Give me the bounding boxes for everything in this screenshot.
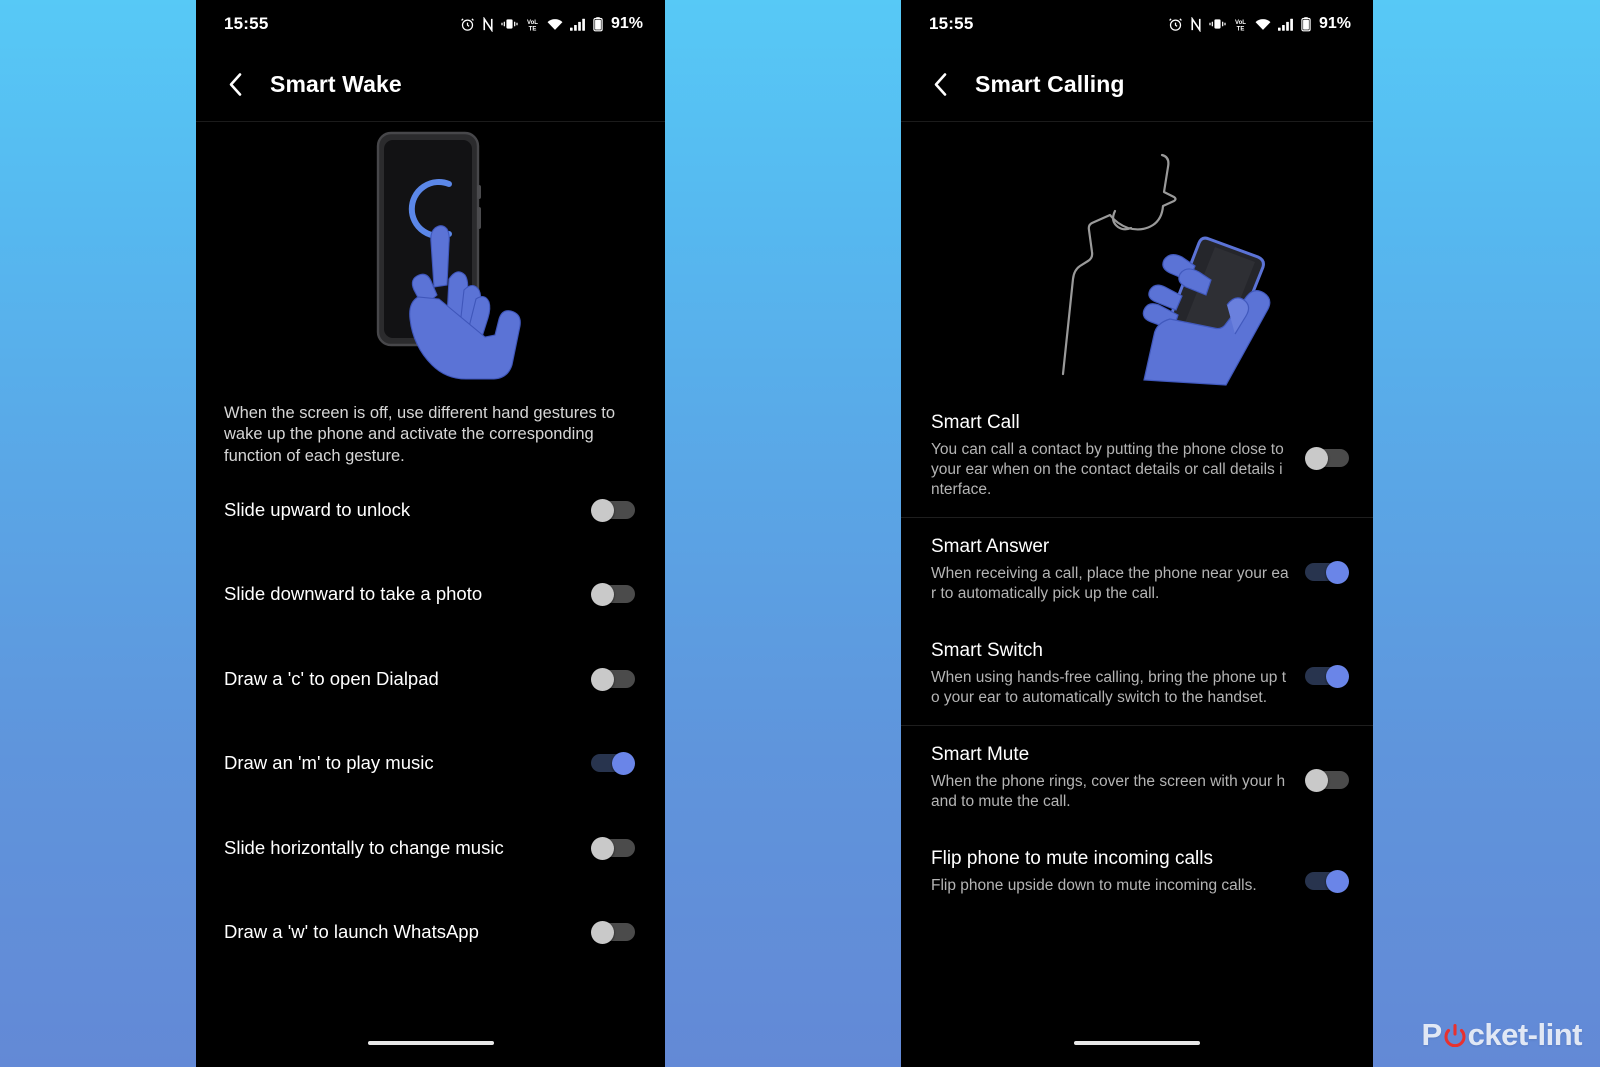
settings-group: Smart Answer When receiving a call, plac… (901, 517, 1373, 725)
row-subtitle: When using hands-free calling, bring the… (931, 668, 1287, 706)
watermark-text-before: P (1421, 1017, 1442, 1052)
toggle-smart-answer[interactable] (1305, 561, 1349, 585)
smart-wake-illustration (196, 122, 665, 397)
battery-percent: 91% (610, 15, 643, 32)
alarm-icon (460, 17, 475, 32)
row-texts: Smart Answer When receiving a call, plac… (931, 536, 1305, 604)
row-texts: Smart Call You can call a contact by put… (931, 412, 1305, 499)
status-icon-group: VoL TE 91% (1168, 15, 1351, 33)
row-label: Draw a 'w' to launch WhatsApp (224, 921, 479, 943)
row-texts: Flip phone to mute incoming calls Flip p… (931, 848, 1305, 896)
row-title: Smart Call (931, 412, 1020, 433)
pocketlint-watermark: P cket-lint (1421, 1017, 1582, 1053)
row-title: Smart Switch (931, 639, 1043, 661)
battery-icon (1301, 16, 1311, 32)
list-item-smart-call[interactable]: Smart Call You can call a contact by put… (901, 394, 1373, 517)
smart-wake-content: When the screen is off, use different ha… (196, 122, 665, 1067)
gesture-navigation-bar[interactable] (901, 1019, 1373, 1067)
row-label: Draw an 'm' to play music (224, 752, 434, 774)
toggle-wrap (1305, 443, 1349, 470)
status-bar: 15:55 VoL TE 91% (196, 0, 665, 48)
toggle-smart-mute[interactable] (1305, 769, 1349, 793)
settings-group: Smart Mute When the phone rings, cover t… (901, 725, 1373, 928)
vibrate-icon (501, 17, 518, 31)
toggle-wrap (1305, 765, 1349, 793)
phone-screenshot-smart-wake: 15:55 VoL TE 91% Smart Wake When the scr… (196, 0, 665, 1067)
svg-text:TE: TE (1237, 26, 1245, 32)
gesture-pill[interactable] (1074, 1041, 1200, 1045)
back-button[interactable] (222, 70, 248, 100)
list-item[interactable]: Draw a 'c' to open Dialpad (196, 636, 665, 721)
toggle-flip-phone-to-mute[interactable] (1305, 869, 1349, 893)
row-texts: Smart Mute When the phone rings, cover t… (931, 744, 1305, 812)
smart-calling-content: Smart Call You can call a contact by put… (901, 122, 1373, 1067)
row-subtitle: When the phone rings, cover the screen w… (931, 773, 1286, 810)
svg-text:VoL: VoL (1235, 19, 1246, 25)
smart-calling-illustration (901, 122, 1373, 394)
row-subtitle: You can call a contact by putting the ph… (931, 440, 1284, 498)
status-time: 15:55 (929, 14, 974, 33)
toggle-wrap (1305, 866, 1349, 893)
list-item[interactable]: Draw an 'm' to play music (196, 721, 665, 806)
gesture-pill[interactable] (367, 1041, 494, 1045)
app-bar-smart-calling: Smart Calling (901, 48, 1373, 121)
app-bar-smart-wake: Smart Wake (196, 48, 665, 121)
settings-group: Smart Call You can call a contact by put… (901, 394, 1373, 517)
toggle-draw-w-to-launch-whatsapp[interactable] (591, 921, 635, 945)
toggle-wrap (1305, 557, 1349, 585)
page-title: Smart Calling (975, 71, 1125, 97)
wifi-icon (547, 18, 563, 31)
watermark-text-after: cket-lint (1467, 1017, 1583, 1052)
row-title: Smart Answer (931, 536, 1050, 558)
toggle-draw-c-to-open-dialpad[interactable] (591, 667, 635, 691)
phone-screenshot-smart-calling: 15:55 VoL TE 91% Smart Calling Smart Cal… (901, 0, 1373, 1067)
list-item-smart-answer[interactable]: Smart Answer When receiving a call, plac… (901, 518, 1373, 622)
svg-text:TE: TE (529, 26, 537, 32)
toggle-slide-downward-to-take-a-photo[interactable] (591, 583, 635, 607)
row-texts: Smart Switch When using hands-free calli… (931, 640, 1305, 708)
list-item[interactable]: Slide upward to unlock (196, 467, 665, 552)
vibrate-icon (1209, 17, 1226, 31)
battery-percent: 91% (1318, 15, 1351, 32)
toggle-draw-m-to-play-music[interactable] (591, 752, 635, 776)
signal-icon (1277, 18, 1294, 31)
alarm-icon (1168, 17, 1183, 32)
list-item[interactable]: Draw a 'w' to launch WhatsApp (196, 890, 665, 975)
battery-icon (593, 16, 603, 32)
row-title: Flip phone to mute incoming calls (931, 847, 1213, 869)
row-subtitle: When receiving a call, place the phone n… (931, 565, 1289, 602)
toggle-smart-call[interactable] (1305, 446, 1349, 470)
row-label: Slide upward to unlock (224, 498, 411, 520)
toggle-slide-horizontally-to-change-music[interactable] (591, 836, 635, 860)
toggle-smart-switch[interactable] (1305, 664, 1349, 688)
status-time: 15:55 (224, 14, 269, 33)
list-item-smart-mute[interactable]: Smart Mute When the phone rings, cover t… (901, 726, 1373, 830)
row-label: Draw a 'c' to open Dialpad (224, 667, 439, 689)
volte-icon: VoL TE (1233, 17, 1248, 32)
volte-icon: VoL TE (525, 17, 540, 32)
back-button[interactable] (927, 70, 953, 100)
wifi-icon (1255, 18, 1271, 31)
row-label: Slide horizontally to change music (224, 836, 504, 858)
row-title: Smart Mute (931, 744, 1030, 766)
smart-wake-description: When the screen is off, use different ha… (224, 404, 616, 465)
smart-wake-row-list: Slide upward to unlock Slide downward to… (196, 467, 665, 974)
gesture-navigation-bar[interactable] (196, 1019, 665, 1067)
toggle-slide-upward-to-unlock[interactable] (591, 498, 635, 522)
nfc-icon (482, 16, 494, 32)
row-subtitle: Flip phone upside down to mute incoming … (931, 876, 1257, 894)
toggle-wrap (1305, 661, 1349, 688)
row-label: Slide downward to take a photo (224, 583, 483, 605)
page-title: Smart Wake (270, 71, 402, 97)
nfc-icon (1190, 16, 1202, 32)
list-item[interactable]: Slide horizontally to change music (196, 805, 665, 890)
status-icon-group: VoL TE 91% (460, 15, 643, 33)
status-bar: 15:55 VoL TE 91% (901, 0, 1373, 48)
power-icon (1443, 1023, 1467, 1047)
list-item-flip-phone-to-mute[interactable]: Flip phone to mute incoming calls Flip p… (901, 830, 1373, 928)
list-item[interactable]: Slide downward to take a photo (196, 552, 665, 637)
signal-icon (569, 18, 586, 31)
list-item-smart-switch[interactable]: Smart Switch When using hands-free calli… (901, 622, 1373, 726)
svg-text:VoL: VoL (527, 19, 538, 25)
